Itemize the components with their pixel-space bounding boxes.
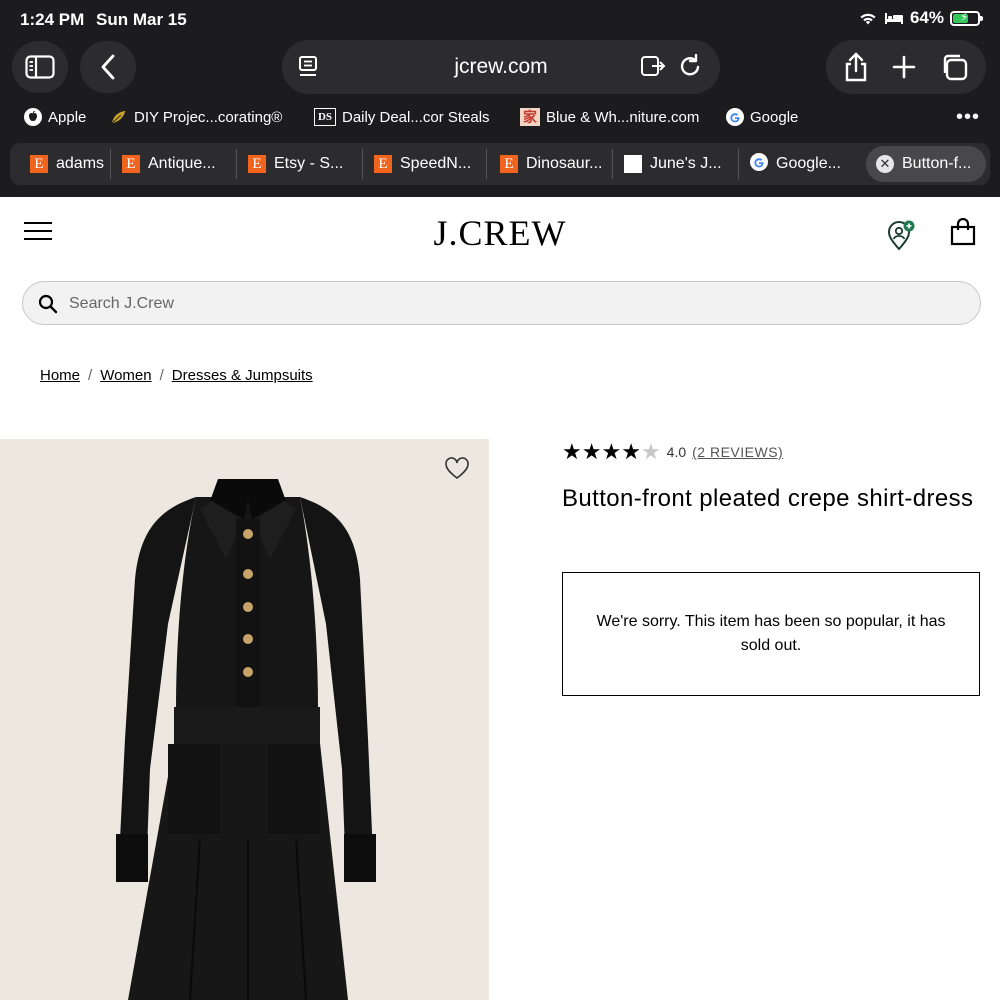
product-title: Button-front pleated crepe shirt-dress xyxy=(562,485,974,512)
jcrew-logo[interactable]: J.CREW xyxy=(380,212,620,254)
sidebar-icon xyxy=(25,55,55,79)
ds-icon: DS xyxy=(314,108,336,126)
battery-icon: ⚡ xyxy=(950,9,983,26)
bookmark-label: Daily Deal...cor Steals xyxy=(342,108,490,126)
tab-adams[interactable]: E adams xyxy=(30,143,104,185)
google-icon xyxy=(726,108,744,126)
bookmark-google[interactable]: Google xyxy=(726,108,798,126)
tab-label: Etsy - S... xyxy=(274,155,344,172)
sidebar-button[interactable] xyxy=(12,41,68,93)
breadcrumb-home[interactable]: Home xyxy=(40,367,80,384)
jia-icon: 家 xyxy=(520,108,540,126)
address-bar[interactable]: jcrew.com xyxy=(282,40,720,94)
new-tab-plus-icon[interactable] xyxy=(892,55,916,79)
etsy-icon: E xyxy=(122,155,140,173)
close-tab-icon[interactable]: ✕ xyxy=(876,155,894,173)
tab-divider xyxy=(612,149,613,179)
bookmark-label: Google xyxy=(750,108,799,126)
toolbar-actions xyxy=(826,40,986,94)
tab-label: SpeedN... xyxy=(400,155,472,172)
star-empty-icon: ★ xyxy=(640,439,661,464)
tab-speedn[interactable]: E SpeedN... xyxy=(374,143,471,185)
sold-out-notice: We're sorry. This item has been so popul… xyxy=(562,572,980,696)
etsy-icon: E xyxy=(374,155,392,173)
breadcrumb-separator: / xyxy=(88,367,93,384)
breadcrumb: Home / Women / Dresses & Jumpsuits xyxy=(40,367,313,384)
bookmark-diy[interactable]: DIY Projec...corating® xyxy=(110,108,282,126)
site-search-bar[interactable] xyxy=(22,281,981,325)
tab-google[interactable]: Google... xyxy=(750,143,841,185)
bookmark-daily-deals[interactable]: DS Daily Deal...cor Steals xyxy=(314,108,490,126)
search-input[interactable] xyxy=(69,292,949,316)
leaf-icon xyxy=(110,108,128,126)
star-filled-icon: ★ xyxy=(581,439,602,464)
rating-value: 4.0 xyxy=(666,444,687,460)
bed-icon xyxy=(884,13,903,24)
status-bar: 1:24 PM Sun Mar 15 64% ⚡ xyxy=(0,0,1000,38)
reader-share-icon[interactable] xyxy=(640,54,666,78)
battery-percent: 64% xyxy=(909,8,944,27)
shopping-bag-icon[interactable] xyxy=(950,218,976,246)
breadcrumb-women[interactable]: Women xyxy=(100,367,151,384)
google-icon xyxy=(750,152,768,176)
star-filled-icon: ★ xyxy=(601,439,622,464)
tab-label: June's J... xyxy=(650,155,722,172)
reload-icon[interactable] xyxy=(680,54,702,78)
blank-page-icon xyxy=(624,155,642,173)
account-location-icon[interactable] xyxy=(886,220,916,252)
etsy-icon: E xyxy=(248,155,266,173)
status-date: Sun Mar 15 xyxy=(96,10,187,29)
tab-bar: E adams E Antique... E Etsy - S... E Spe… xyxy=(10,143,990,185)
share-icon[interactable] xyxy=(844,52,868,82)
breadcrumb-dresses-jumpsuits[interactable]: Dresses & Jumpsuits xyxy=(172,367,313,384)
back-button[interactable] xyxy=(80,41,136,93)
tab-antique[interactable]: E Antique... xyxy=(122,143,216,185)
etsy-icon: E xyxy=(500,155,518,173)
tab-label: adams xyxy=(56,155,105,172)
reviews-link[interactable]: (2 REVIEWS) xyxy=(692,444,783,460)
bookmark-blue-white[interactable]: 家 Blue & Wh...niture.com xyxy=(520,108,699,126)
tab-divider xyxy=(110,149,111,179)
charging-bolt-icon: ⚡ xyxy=(960,9,969,24)
tab-divider xyxy=(738,149,739,179)
tab-button-front-active[interactable]: ✕ Button-f... xyxy=(866,146,986,182)
tab-divider xyxy=(362,149,363,179)
tab-label: Google... xyxy=(776,155,841,172)
status-right: 64% ⚡ xyxy=(858,8,983,28)
tab-overview-icon[interactable] xyxy=(940,53,968,81)
etsy-icon: E xyxy=(30,155,48,173)
apple-icon xyxy=(24,108,42,126)
status-time: 1:24 PM xyxy=(20,10,85,29)
star-rating: ★ ★ ★ ★ ★ xyxy=(562,441,661,463)
product-rating: ★ ★ ★ ★ ★ 4.0 (2 REVIEWS) xyxy=(562,441,783,463)
tab-divider xyxy=(236,149,237,179)
chevron-left-icon xyxy=(101,54,115,80)
more-bookmarks-icon[interactable]: ••• xyxy=(956,106,980,129)
bookmark-label: Blue & Wh...niture.com xyxy=(546,108,700,126)
tab-label: Button-f... xyxy=(902,155,972,172)
tab-dinosaur[interactable]: E Dinosaur... xyxy=(500,143,602,185)
browser-chrome: 1:24 PM Sun Mar 15 64% ⚡ jcrew.com Apple… xyxy=(0,0,1000,197)
browser-toolbar: jcrew.com xyxy=(0,38,1000,98)
star-filled-icon: ★ xyxy=(621,439,641,464)
tab-divider xyxy=(486,149,487,179)
star-filled-icon: ★ xyxy=(562,439,582,464)
tab-label: Dinosaur... xyxy=(526,155,603,172)
tab-etsy[interactable]: E Etsy - S... xyxy=(248,143,343,185)
bookmark-label: DIY Projec...corating® xyxy=(134,108,283,126)
hamburger-menu-icon[interactable] xyxy=(24,222,52,242)
bookmark-apple[interactable]: Apple xyxy=(24,108,86,126)
tab-label: Antique... xyxy=(148,155,216,172)
breadcrumb-separator: / xyxy=(159,367,164,384)
tab-junes[interactable]: June's J... xyxy=(624,143,722,185)
dress-illustration xyxy=(116,479,376,1000)
wifi-icon xyxy=(860,13,876,25)
search-icon xyxy=(38,294,58,314)
favorites-bar: Apple DIY Projec...corating® DS Daily De… xyxy=(0,104,1000,134)
bookmark-label: Apple xyxy=(48,108,87,126)
wishlist-heart-icon[interactable] xyxy=(444,457,470,481)
product-image[interactable] xyxy=(0,439,489,1000)
